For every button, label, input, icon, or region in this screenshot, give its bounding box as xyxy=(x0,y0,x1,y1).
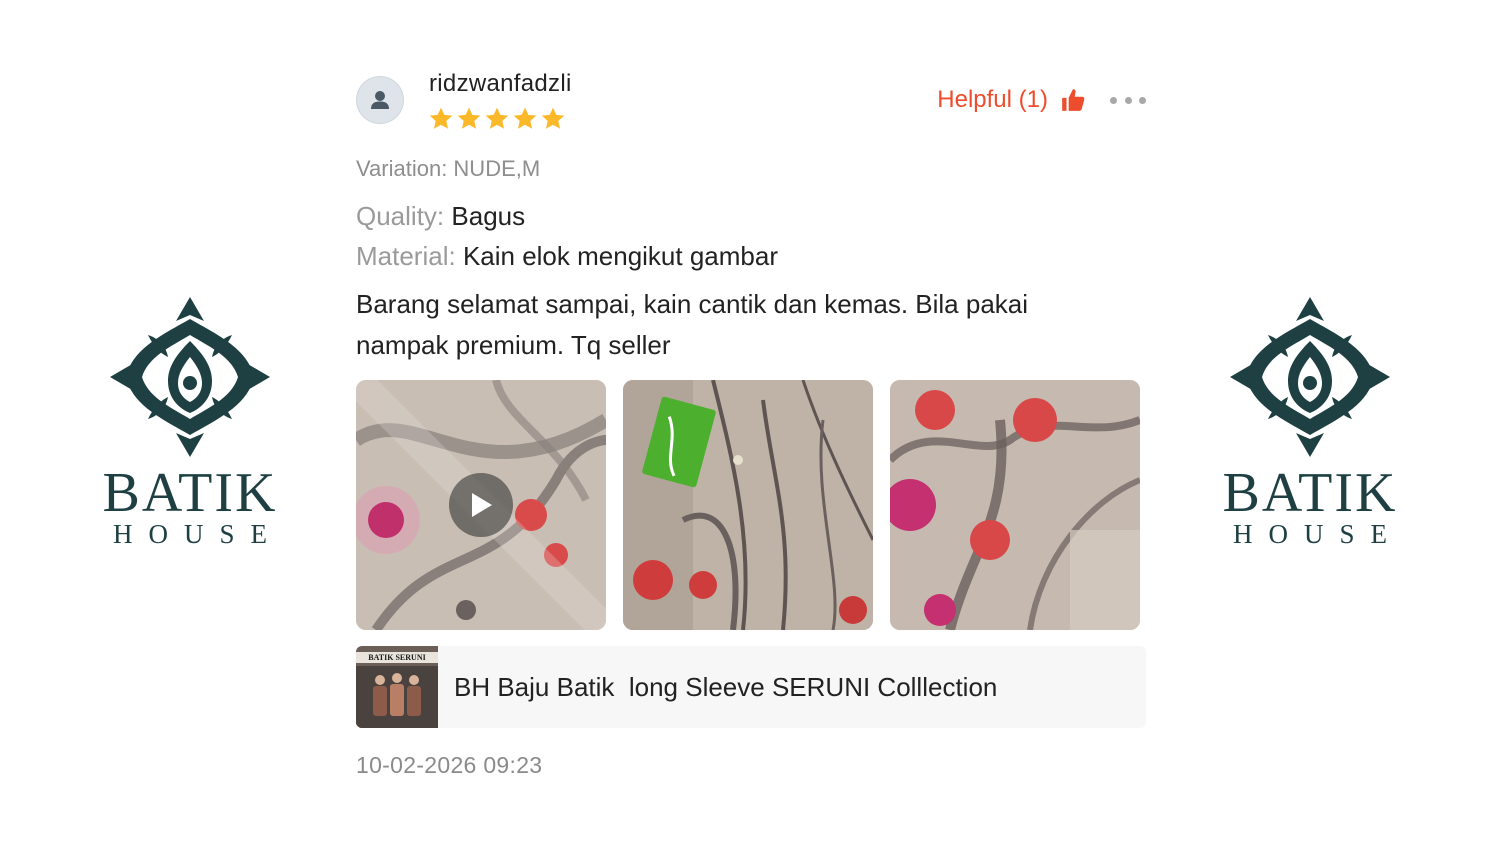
more-dot xyxy=(1110,96,1117,104)
attribute-quality: Quality: Bagus xyxy=(356,196,1148,236)
attribute-material: Material: Kain elok mengikut gambar xyxy=(356,236,1148,276)
attribute-value: Kain elok mengikut gambar xyxy=(462,241,778,271)
star-icon xyxy=(429,107,453,129)
review-page: BATIK HOUSE BATIK HOUSE ridzwanfadzli He… xyxy=(0,0,1500,843)
review-header: ridzwanfadzli Helpful (1) xyxy=(356,62,1148,142)
star-rating xyxy=(428,106,566,132)
avatar[interactable] xyxy=(356,76,404,124)
review-attributes: Quality: Bagus Material: Kain elok mengi… xyxy=(356,196,1148,276)
more-options-button[interactable] xyxy=(1110,90,1146,110)
attribute-key: Material: xyxy=(356,241,456,271)
review-body: Barang selamat sampai, kain cantik dan k… xyxy=(356,289,1029,360)
review-video-thumbnail[interactable] xyxy=(356,380,606,630)
star-icon xyxy=(513,107,537,129)
review-timestamp: 10-02-2026 09:23 xyxy=(356,752,543,778)
batik-ornament-logo-icon xyxy=(1230,297,1390,457)
star-icon xyxy=(485,107,509,129)
review-image-thumbnail[interactable] xyxy=(623,380,873,630)
product-models-image xyxy=(356,666,438,728)
review-media xyxy=(356,380,1148,630)
product-link[interactable]: BATIK SERUNI BH Baju Batik long Sleeve S… xyxy=(356,646,1146,728)
more-dot xyxy=(1124,96,1132,104)
batik-shirt-image xyxy=(623,380,873,630)
brand-logo-right: BATIK HOUSE xyxy=(1220,295,1400,555)
review-image-thumbnail[interactable] xyxy=(890,380,1140,630)
helpful-label: Helpful (1) xyxy=(937,86,1048,113)
product-thumbnail: BATIK SERUNI xyxy=(356,646,438,728)
play-icon xyxy=(472,493,492,517)
thumbs-up-icon xyxy=(1062,89,1085,111)
reviewer-username[interactable]: ridzwanfadzli xyxy=(429,70,572,98)
brand-word-house: HOUSE xyxy=(1233,519,1404,549)
brand-word-batik: BATIK xyxy=(102,462,278,524)
brand-word-batik: BATIK xyxy=(1222,462,1398,524)
star-icon xyxy=(541,107,565,129)
variation-label: Variation: NUDE,M xyxy=(356,156,541,181)
attribute-value: Bagus xyxy=(451,201,526,231)
more-dot xyxy=(1139,96,1146,104)
play-button[interactable] xyxy=(449,473,513,537)
user-icon xyxy=(371,91,389,109)
product-name: BH Baju Batik long Sleeve SERUNI Colllec… xyxy=(454,671,998,702)
review-card: ridzwanfadzli Helpful (1) Variation: NUD… xyxy=(356,62,1148,779)
batik-fabric-image xyxy=(890,380,1140,630)
brand-logo-left: BATIK HOUSE xyxy=(100,295,280,555)
helpful-button[interactable]: Helpful (1) xyxy=(937,86,1086,114)
batik-ornament-logo-icon xyxy=(110,297,270,457)
star-icon xyxy=(457,107,481,129)
brand-word-house: HOUSE xyxy=(113,519,284,549)
attribute-key: Quality: xyxy=(356,201,445,231)
